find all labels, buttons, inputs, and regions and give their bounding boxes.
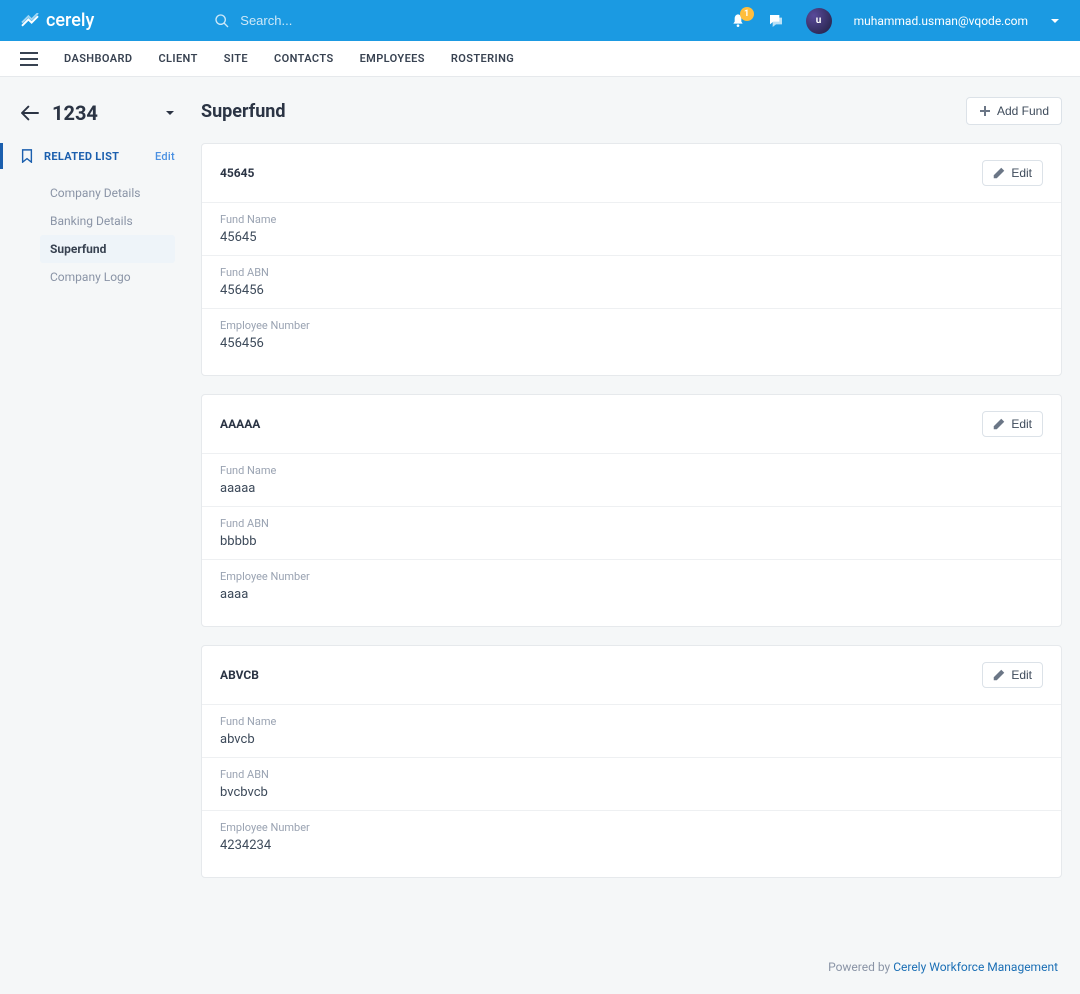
sidebar-item-banking-details[interactable]: Banking Details <box>40 207 175 235</box>
nav-employees[interactable]: EMPLOYEES <box>360 52 425 65</box>
main-header: Superfund Add Fund <box>201 97 1062 125</box>
edit-label: Edit <box>1011 417 1032 431</box>
fund-card: 45645 Edit Fund Name 45645 Fund ABN 4564… <box>201 143 1062 376</box>
nav-dashboard[interactable]: DASHBOARD <box>64 52 132 65</box>
footer-prefix: Powered by <box>828 960 893 974</box>
topbar-right: 1 u muhammad.usman@vqode.com <box>730 8 1060 34</box>
sidebar-item-company-details[interactable]: Company Details <box>40 179 175 207</box>
breadcrumb-caret-icon[interactable] <box>165 108 175 118</box>
bookmark-icon <box>20 149 34 163</box>
notification-badge: 1 <box>740 7 754 21</box>
footer: Powered by Cerely Workforce Management <box>0 920 1080 994</box>
back-arrow-icon[interactable] <box>20 105 40 121</box>
sidebar-item-superfund[interactable]: Superfund <box>40 235 175 263</box>
field-value-employee-number: aaaa <box>220 587 1043 602</box>
main-content: Superfund Add Fund 45645 Edit Fun <box>185 95 1062 896</box>
field-value-fund-name: 45645 <box>220 230 1043 245</box>
nav-contacts[interactable]: CONTACTS <box>274 52 334 65</box>
field-label-fund-abn: Fund ABN <box>220 768 1043 781</box>
field-label-fund-abn: Fund ABN <box>220 517 1043 530</box>
field-value-fund-name: aaaaa <box>220 481 1043 496</box>
fund-card-title: AAAAA <box>220 417 260 431</box>
field-label-fund-abn: Fund ABN <box>220 266 1043 279</box>
edit-label: Edit <box>1011 166 1032 180</box>
field-label-employee-number: Employee Number <box>220 821 1043 834</box>
fund-card-title: ABVCB <box>220 668 259 682</box>
top-bar: cerely 1 u muhammad.usman@vqode.com <box>0 0 1080 41</box>
hamburger-icon[interactable] <box>20 52 38 66</box>
brand: cerely <box>20 10 94 31</box>
field-value-fund-abn: bbbbb <box>220 534 1043 549</box>
field-label-fund-name: Fund Name <box>220 213 1043 226</box>
nav-bar: DASHBOARD CLIENT SITE CONTACTS EMPLOYEES… <box>0 41 1080 77</box>
nav-items: DASHBOARD CLIENT SITE CONTACTS EMPLOYEES… <box>64 52 514 65</box>
messages-button[interactable] <box>768 13 784 29</box>
nav-rostering[interactable]: ROSTERING <box>451 52 514 65</box>
user-email[interactable]: muhammad.usman@vqode.com <box>854 14 1028 28</box>
edit-button[interactable]: Edit <box>982 160 1043 186</box>
fund-card: ABVCB Edit Fund Name abvcb Fund ABN bvcb… <box>201 645 1062 878</box>
pencil-icon <box>993 669 1005 681</box>
sidebar-item-company-logo[interactable]: Company Logo <box>40 263 175 291</box>
avatar[interactable]: u <box>806 8 832 34</box>
breadcrumb: 1234 <box>20 101 175 125</box>
pencil-icon <box>993 167 1005 179</box>
plus-icon <box>979 105 991 117</box>
field-value-fund-name: abvcb <box>220 732 1043 747</box>
search-input[interactable] <box>240 13 440 28</box>
field-value-fund-abn: 456456 <box>220 283 1043 298</box>
user-menu-caret-icon[interactable] <box>1050 16 1060 26</box>
notifications-button[interactable]: 1 <box>730 13 746 29</box>
breadcrumb-title: 1234 <box>52 101 153 125</box>
related-list-edit-link[interactable]: Edit <box>155 150 175 163</box>
page-body: 1234 RELATED LIST Edit Company Details B… <box>0 77 1080 920</box>
pencil-icon <box>993 418 1005 430</box>
field-value-fund-abn: bvcbvcb <box>220 785 1043 800</box>
add-fund-label: Add Fund <box>997 104 1049 118</box>
page-title: Superfund <box>201 101 286 122</box>
field-label-employee-number: Employee Number <box>220 319 1043 332</box>
add-fund-button[interactable]: Add Fund <box>966 97 1062 125</box>
field-value-employee-number: 456456 <box>220 336 1043 351</box>
sidebar-list: Company Details Banking Details Superfun… <box>20 179 175 291</box>
brand-name: cerely <box>46 10 94 31</box>
edit-label: Edit <box>1011 668 1032 682</box>
related-list-header: RELATED LIST Edit <box>0 143 175 169</box>
field-label-employee-number: Employee Number <box>220 570 1043 583</box>
sidebar: 1234 RELATED LIST Edit Company Details B… <box>0 95 185 896</box>
search-wrap <box>214 13 440 29</box>
field-label-fund-name: Fund Name <box>220 464 1043 477</box>
edit-button[interactable]: Edit <box>982 411 1043 437</box>
fund-card: AAAAA Edit Fund Name aaaaa Fund ABN bbbb… <box>201 394 1062 627</box>
nav-client[interactable]: CLIENT <box>158 52 197 65</box>
footer-link[interactable]: Cerely Workforce Management <box>893 960 1058 974</box>
brand-logo-icon <box>20 13 40 29</box>
field-value-employee-number: 4234234 <box>220 838 1043 853</box>
edit-button[interactable]: Edit <box>982 662 1043 688</box>
related-list-label: RELATED LIST <box>44 150 119 163</box>
fund-card-title: 45645 <box>220 166 254 180</box>
field-label-fund-name: Fund Name <box>220 715 1043 728</box>
search-icon <box>214 13 230 29</box>
nav-site[interactable]: SITE <box>224 52 248 65</box>
